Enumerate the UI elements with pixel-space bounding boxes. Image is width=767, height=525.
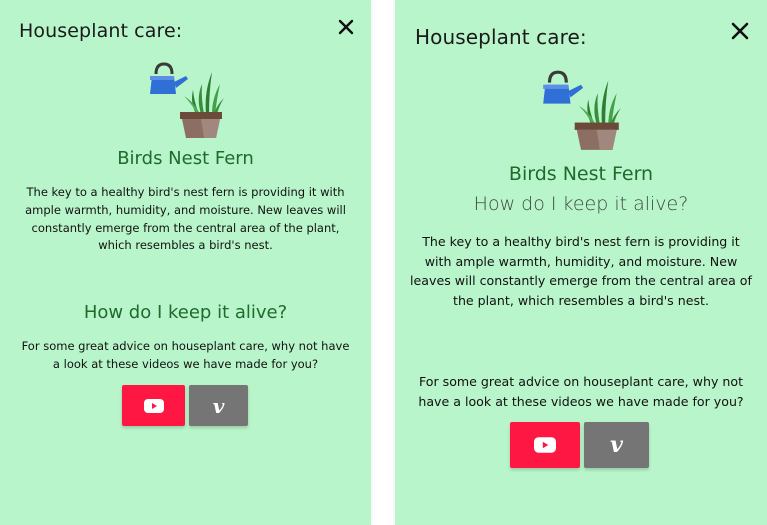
youtube-icon [143,398,164,413]
plant-illustration [539,68,623,159]
plant-name: Birds Nest Fern [117,148,254,169]
keep-alive-heading: How do I keep it alive? [83,302,288,323]
plant-description: The key to a healthy bird's nest fern is… [25,185,346,253]
panel-title: Houseplant care: [19,20,183,42]
plant-care-panel-tablet: Houseplant care: Birds Nest Fern How do … [395,0,767,525]
potted-plant-icon [180,72,224,138]
youtube-icon [534,437,556,453]
vimeo-button[interactable]: v [584,422,649,468]
advice-text: For some great advice on houseplant care… [418,374,744,409]
plant-description: The key to a healthy bird's nest fern is… [410,234,752,308]
plant-name: Birds Nest Fern [508,163,654,185]
vimeo-icon: v [610,432,623,458]
youtube-button[interactable] [122,385,185,426]
close-button[interactable] [730,21,750,41]
vimeo-icon: v [212,393,225,418]
close-icon [731,22,749,40]
plant-care-panel-mobile: Houseplant care: Birds Nest Fern The key… [0,0,371,525]
youtube-button[interactable] [510,422,580,468]
potted-plant-icon [574,80,621,150]
close-icon [338,19,354,35]
watering-can-icon [150,62,188,94]
close-button[interactable] [337,18,355,36]
vimeo-button[interactable]: v [189,385,248,426]
panel-title: Houseplant care: [415,25,587,49]
screenshot-canvas: Houseplant care: Birds Nest Fern The key… [0,0,767,525]
advice-text: For some great advice on houseplant care… [21,339,350,371]
plant-illustration [146,62,226,145]
watering-can-icon [543,70,584,104]
keep-alive-heading: How do I keep it alive? [473,193,689,215]
